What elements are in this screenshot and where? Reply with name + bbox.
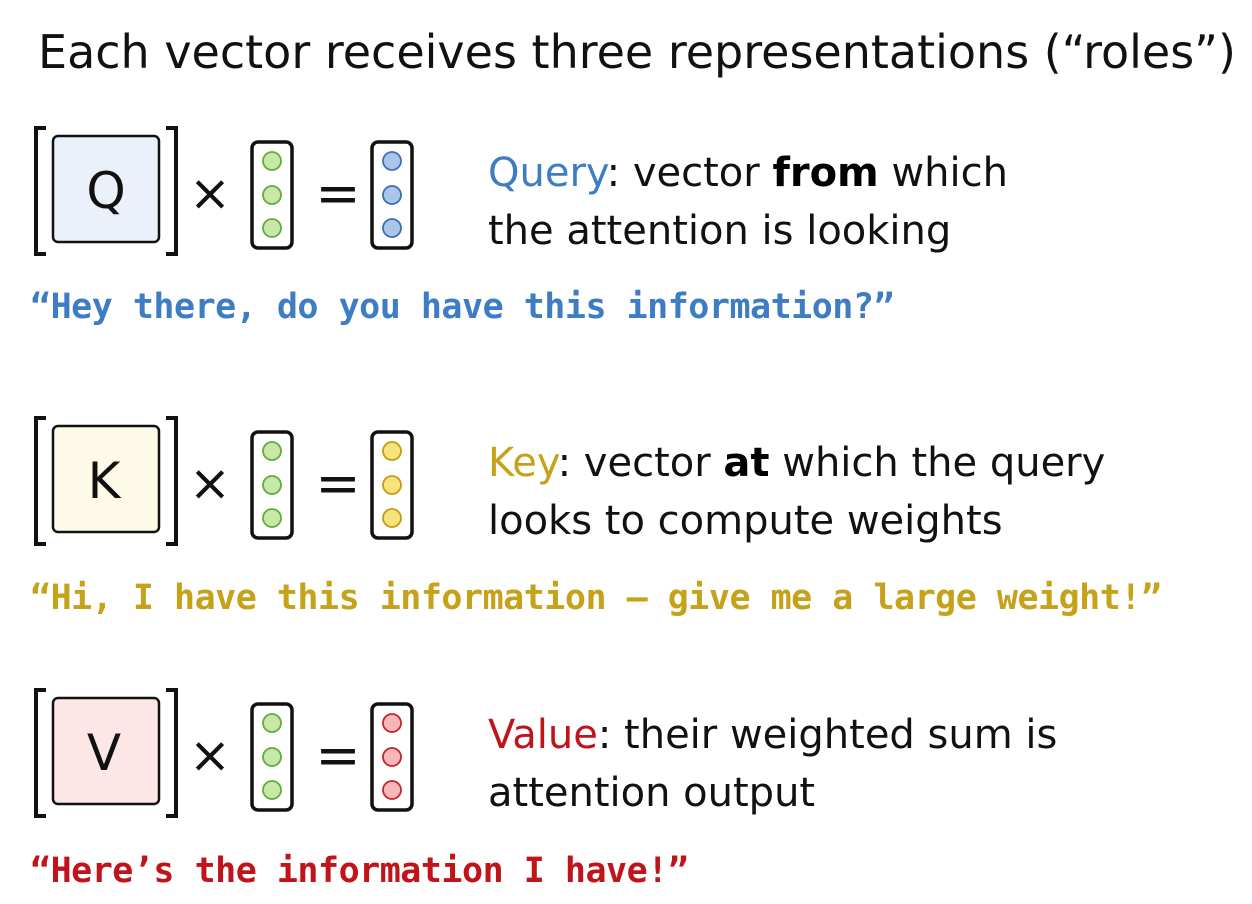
value-element <box>382 713 402 733</box>
key-desc-emph: at <box>723 440 770 486</box>
times-sign: × <box>189 164 231 222</box>
right-bracket <box>166 126 178 256</box>
query-desc-line1: Query: vector from which <box>488 144 1008 202</box>
diagram-title: Each vector receives three representatio… <box>38 25 1236 79</box>
role-row-query: Q × = Query: vector from which the atten… <box>0 122 1252 262</box>
times-sign: × <box>189 454 231 512</box>
input-element <box>262 151 282 171</box>
key-desc-line2: looks to compute weights <box>488 498 1003 544</box>
input-element <box>262 713 282 733</box>
value-quote: “Here’s the information I have!” <box>30 851 689 891</box>
key-desc-part2: which the query <box>769 440 1106 486</box>
role-row-value: V × = Value: their weighted sum is atten… <box>0 684 1252 824</box>
key-quote: “Hi, I have this information – give me a… <box>30 578 1162 618</box>
query-description: Query: vector from which the attention i… <box>488 144 1008 260</box>
input-element <box>262 185 282 205</box>
key-desc-part1: : vector <box>557 440 724 486</box>
query-desc-part2: which <box>878 150 1008 196</box>
key-element <box>382 441 402 461</box>
value-element <box>382 780 402 800</box>
key-name: Key <box>488 440 558 486</box>
query-name: Query <box>488 150 607 196</box>
input-element <box>262 218 282 238</box>
query-desc-part1: : vector <box>606 150 773 196</box>
times-sign: × <box>189 726 231 784</box>
right-bracket <box>166 416 178 546</box>
equals-sign: = <box>315 724 360 787</box>
key-equation: K × = <box>34 416 414 546</box>
key-element <box>382 475 402 495</box>
query-desc-emph: from <box>772 150 879 196</box>
role-row-key: K × = Key: vector at which the query loo… <box>0 412 1252 552</box>
value-name: Value <box>488 712 598 758</box>
value-element <box>382 747 402 767</box>
query-element <box>382 151 402 171</box>
query-desc-line2: the attention is looking <box>488 208 952 254</box>
key-desc-line1: Key: vector at which the query <box>488 434 1105 492</box>
value-equation: V × = <box>34 688 414 818</box>
input-element <box>262 441 282 461</box>
value-desc-line1: Value: their weighted sum is <box>488 706 1057 764</box>
query-equation: Q × = <box>34 126 414 256</box>
input-element <box>262 508 282 528</box>
left-bracket <box>34 126 46 256</box>
query-element <box>382 185 402 205</box>
input-element <box>262 747 282 767</box>
right-bracket <box>166 688 178 818</box>
equals-sign: = <box>315 162 360 225</box>
key-element <box>382 508 402 528</box>
query-element <box>382 218 402 238</box>
value-description: Value: their weighted sum is attention o… <box>488 706 1057 822</box>
value-desc-part1: : their weighted sum is <box>597 712 1058 758</box>
key-description: Key: vector at which the query looks to … <box>488 434 1105 550</box>
input-element <box>262 475 282 495</box>
query-quote: “Hey there, do you have this information… <box>30 287 895 327</box>
left-bracket <box>34 688 46 818</box>
matrix-k-label: K <box>88 452 122 510</box>
input-element <box>262 780 282 800</box>
left-bracket <box>34 416 46 546</box>
matrix-v-label: V <box>87 724 121 782</box>
equals-sign: = <box>315 452 360 515</box>
value-desc-line2: attention output <box>488 770 816 816</box>
matrix-q-label: Q <box>86 162 125 220</box>
